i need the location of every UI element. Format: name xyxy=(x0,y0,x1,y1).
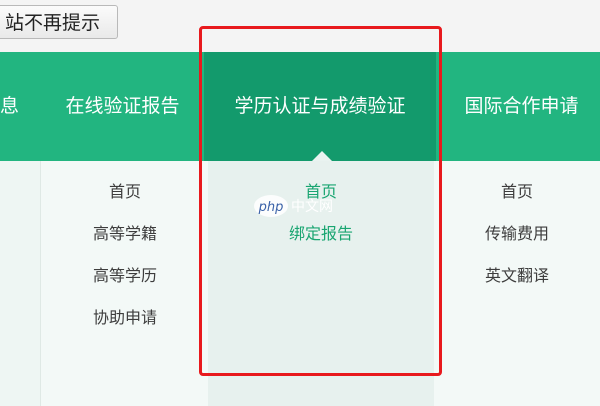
watermark-php-text: php xyxy=(258,200,284,215)
submenu-link-transfer-fee[interactable]: 传输费用 xyxy=(434,220,600,244)
submenu-link-assist-apply[interactable]: 协助申请 xyxy=(41,304,209,328)
nav-item-degree-certification[interactable]: 学历认证与成绩验证 xyxy=(204,52,436,161)
php-cn-watermark-logo: php 中文网 xyxy=(254,195,333,217)
submenu-link-home-intl[interactable]: 首页 xyxy=(434,178,600,202)
submenu-link-degree[interactable]: 高等学历 xyxy=(41,262,209,286)
submenu-link-home[interactable]: 首页 xyxy=(41,178,209,202)
nav-item-online-verification[interactable]: 在线验证报告 xyxy=(41,52,204,161)
dont-remind-button[interactable]: 站不再提示 xyxy=(0,5,118,39)
main-nav: 息 在线验证报告 学历认证与成绩验证 国际合作申请 xyxy=(0,52,600,161)
submenu-link-student-status[interactable]: 高等学籍 xyxy=(41,220,209,244)
watermark-cn-text: 中文网 xyxy=(291,199,333,215)
submenu-international: 首页 传输费用 英文翻译 xyxy=(434,161,600,406)
top-bar: 站不再提示 xyxy=(0,0,600,52)
nav-item-international-cooperation[interactable]: 国际合作申请 xyxy=(443,52,600,161)
nav-item-info[interactable]: 息 xyxy=(0,52,19,161)
submenu-online-verification: 首页 高等学籍 高等学历 协助申请 xyxy=(40,161,209,406)
submenu-link-english-translation[interactable]: 英文翻译 xyxy=(434,262,600,286)
